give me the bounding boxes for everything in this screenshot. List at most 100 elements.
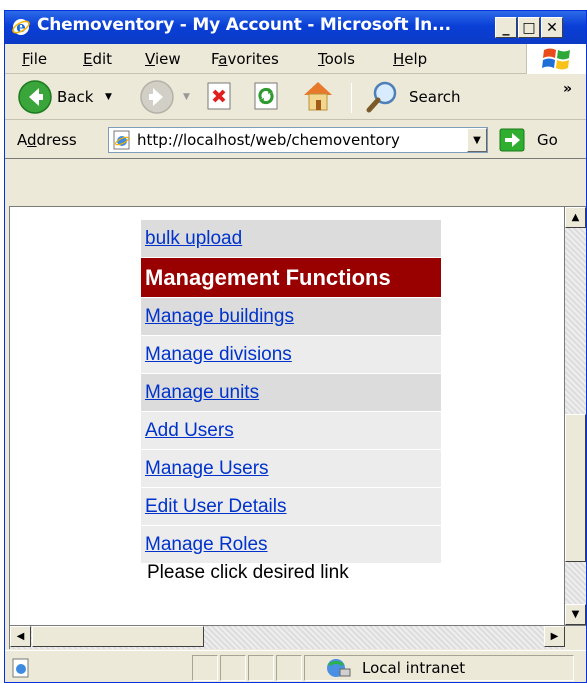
address-input[interactable]: http://localhost/web/chemoventory ▼ [108, 127, 488, 153]
zone-label: Local intranet [362, 659, 466, 677]
page-status-icon [12, 658, 29, 678]
manage-units-link[interactable]: Manage units [145, 382, 259, 404]
menu-file[interactable]: File [22, 50, 47, 68]
back-dropdown-icon[interactable]: ▼ [105, 92, 112, 102]
top-strip [0, 0, 587, 10]
address-url: http://localhost/web/chemoventory [137, 131, 400, 149]
chevron-up-icon: ▲ [571, 212, 580, 223]
list-item: bulk upload [141, 219, 441, 257]
home-button[interactable] [300, 79, 338, 113]
menu-help[interactable]: Help [393, 50, 427, 68]
section-header-label: Management Functions [145, 264, 391, 290]
menu-favorites-rest: vorites [227, 50, 279, 68]
back-button[interactable]: Back ▼ [13, 78, 128, 116]
address-label-rest: dress [36, 131, 77, 149]
window-title: Chemoventory - My Account - Microsoft In… [37, 15, 451, 35]
vertical-scroll-thumb[interactable] [565, 414, 586, 562]
stop-button[interactable] [205, 81, 237, 113]
address-dropdown-button[interactable]: ▼ [467, 128, 487, 152]
maximize-button[interactable]: □ [518, 17, 540, 38]
refresh-button[interactable] [252, 81, 284, 113]
search-label: Search [409, 88, 461, 106]
forward-dropdown-icon[interactable]: ▼ [183, 92, 190, 102]
address-bar: Address http://localhost/web/chemoventor… [5, 121, 586, 159]
list-item: Manage buildings [141, 297, 441, 335]
search-icon [366, 81, 397, 113]
menu-view[interactable]: View [145, 50, 181, 68]
menu-tools[interactable]: Tools [318, 50, 355, 68]
menu-help-rest: elp [404, 50, 428, 68]
ie-logo-icon: e [12, 18, 30, 36]
chevron-right-icon: ▶ [550, 631, 559, 642]
section-header: Management Functions [141, 257, 441, 297]
status-pane [248, 655, 274, 681]
scrollbar-corner [565, 626, 586, 649]
manage-users-link[interactable]: Manage Users [145, 458, 269, 480]
add-users-link[interactable]: Add Users [145, 420, 234, 442]
list-item: Manage divisions [141, 335, 441, 373]
chevron-left-icon: ◀ [16, 631, 25, 642]
svg-text:e: e [16, 18, 26, 36]
list-item: Manage Roles [141, 525, 441, 563]
go-arrow-icon [499, 128, 525, 152]
manage-divisions-link[interactable]: Manage divisions [145, 344, 292, 366]
minimize-icon: _ [502, 19, 510, 36]
manage-roles-link[interactable]: Manage Roles [145, 534, 268, 556]
list-item: Edit User Details [141, 487, 441, 525]
list-item: Manage units [141, 373, 441, 411]
menu-tools-access-key: T [318, 50, 325, 68]
menu-view-rest: iew [154, 50, 181, 68]
status-pane [220, 655, 246, 681]
status-pane [276, 655, 302, 681]
address-label-prefix: A [17, 131, 27, 149]
browser-window: e Chemoventory - My Account - Microsoft … [4, 10, 587, 683]
forward-arrow-icon [140, 80, 174, 114]
address-label: Address [17, 131, 77, 149]
scroll-down-button[interactable]: ▼ [565, 604, 586, 625]
menu-edit-rest: dit [92, 50, 113, 68]
toolbar-separator [351, 83, 352, 113]
home-icon [304, 82, 332, 111]
bulk-upload-link[interactable]: bulk upload [145, 228, 242, 250]
maximize-icon: □ [522, 19, 536, 36]
close-button[interactable]: ✕ [541, 17, 563, 38]
status-pane [192, 655, 218, 681]
go-label: Go [537, 131, 558, 149]
menu-favorites[interactable]: Favorites [211, 50, 279, 68]
title-bar[interactable]: e Chemoventory - My Account - Microsoft … [5, 11, 586, 44]
windows-flag-icon [542, 48, 570, 70]
edit-user-details-link[interactable]: Edit User Details [145, 496, 287, 518]
chevron-down-icon: ▼ [571, 609, 580, 620]
back-label: Back [57, 88, 94, 106]
refresh-icon [254, 82, 278, 110]
windows-logo-box [526, 44, 586, 74]
forward-button[interactable]: ▼ [139, 78, 193, 116]
status-bar: Local intranet [5, 650, 586, 682]
address-label-access-key: d [27, 131, 37, 149]
instruction-text: Please click desired link [147, 562, 349, 583]
menu-file-access-key: F [22, 50, 30, 68]
list-item: Add Users [141, 411, 441, 449]
page-icon [113, 130, 130, 150]
menu-help-access-key: H [393, 50, 405, 68]
list-item: Manage Users [141, 449, 441, 487]
vertical-scrollbar[interactable]: ▲ ▼ [565, 206, 586, 626]
local-intranet-icon [327, 659, 351, 677]
scroll-left-button[interactable]: ◀ [10, 626, 31, 647]
scroll-up-button[interactable]: ▲ [565, 207, 586, 228]
page-viewport: bulk upload Management Functions Manage … [9, 206, 565, 626]
toolbar-overflow-button[interactable]: » [563, 81, 572, 97]
scroll-right-button[interactable]: ▶ [544, 626, 565, 647]
standard-toolbar: Back ▼ ▼ Search » [5, 75, 586, 120]
minimize-button[interactable]: _ [495, 17, 517, 38]
stop-icon [207, 82, 231, 110]
search-button[interactable]: Search [365, 78, 480, 116]
manage-buildings-link[interactable]: Manage buildings [145, 306, 294, 328]
menu-edit[interactable]: Edit [83, 50, 112, 68]
horizontal-scrollbar[interactable]: ◀ ▶ [9, 626, 565, 649]
horizontal-scroll-thumb[interactable] [32, 626, 204, 647]
menu-bar: File Edit View Favorites Tools Help [5, 44, 586, 74]
menu-file-rest: ile [29, 50, 48, 68]
go-button[interactable]: Go [499, 127, 569, 153]
menu-view-access-key: V [145, 50, 155, 68]
